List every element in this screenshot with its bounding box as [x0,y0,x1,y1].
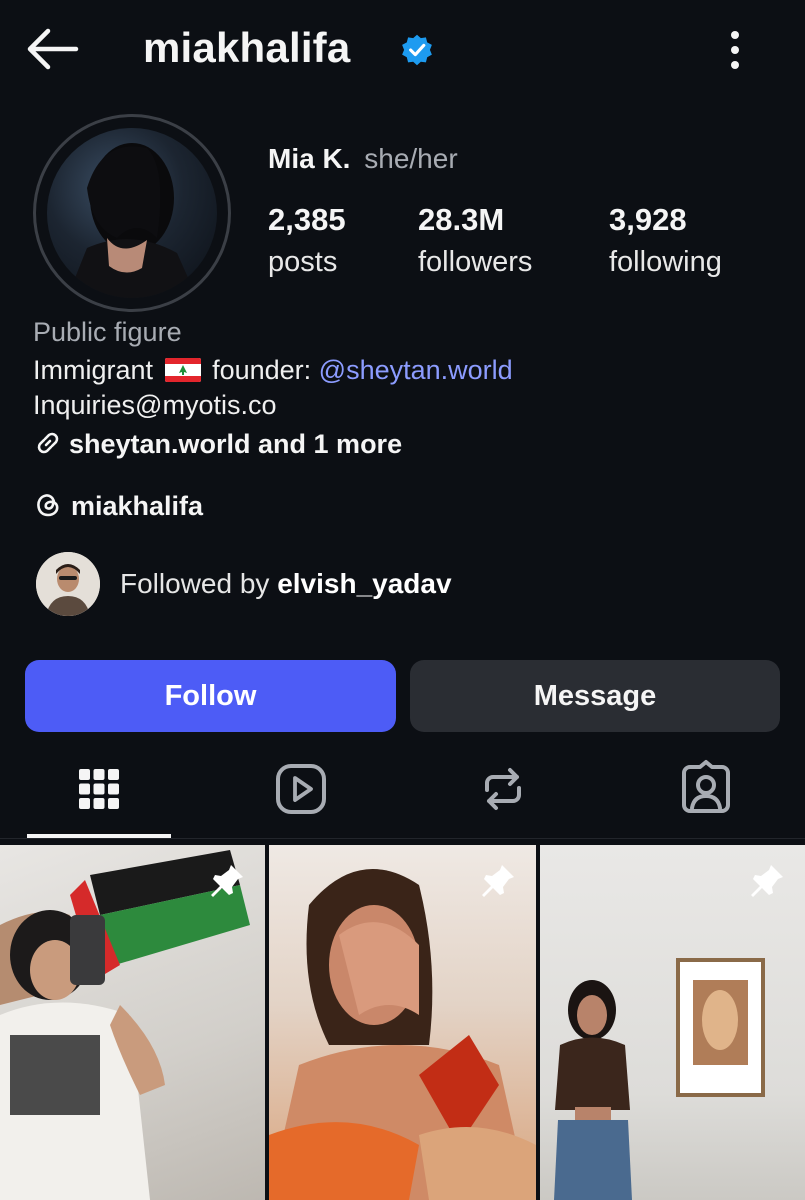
profile-header: miakhalifa [0,0,805,100]
bio-prefix: Immigrant [33,355,154,385]
post-thumbnail[interactable] [0,845,265,1200]
bio-middle: founder: [212,355,312,385]
followed-by-user: elvish_yadav [277,568,452,599]
post-thumbnail[interactable] [269,845,536,1200]
stat-followers-value: 28.3M [418,202,505,237]
stat-followers-label: followers [418,246,533,278]
bio-line-2: Inquiries@myotis.co [33,390,277,420]
stat-posts-value: 2,385 [268,202,346,237]
bio-mention-link[interactable]: @sheytan.world [319,355,513,385]
stat-followers[interactable]: 28.3M followers [418,200,532,284]
stat-following[interactable]: 3,928 following [609,200,722,284]
bio-links-label: sheytan.world and 1 more [69,429,403,459]
stat-following-label: following [609,246,722,278]
lebanon-flag-icon [164,358,201,382]
stat-posts[interactable]: 2,385 posts [268,200,346,284]
pin-icon [751,865,783,897]
avatar-image [67,143,197,298]
profile-category: Public figure [33,317,182,347]
reels-icon[interactable] [271,759,331,819]
followed-by-prefix: Followed by [120,568,270,599]
stat-posts-label: posts [268,246,338,278]
followed-by-text[interactable]: Followed by elvish_yadav [120,568,452,600]
followed-by-avatar-image [36,552,100,616]
profile-name: Mia K. [268,143,351,174]
profile-tabs [0,745,805,840]
threads-badge[interactable]: miakhalifa [33,490,203,522]
threads-handle: miakhalifa [71,491,204,521]
bio-line-1: Immigrant founder: @sheytan.world [33,355,513,386]
profile-pronouns: she/her [364,143,458,174]
pin-icon [211,865,243,897]
profile-name-row: Mia K. she/her [268,143,458,175]
bio-links[interactable]: sheytan.world and 1 more [33,428,402,460]
pin-icon [482,865,514,897]
follow-button[interactable]: Follow [25,660,396,732]
profile-username: miakhalifa [143,24,351,71]
grid-icon[interactable] [69,759,129,819]
reposts-icon[interactable] [473,759,533,819]
arrow-left-icon[interactable] [22,26,82,72]
tagged-icon[interactable] [676,759,736,819]
message-button[interactable]: Message [410,660,780,732]
threads-icon [37,494,59,517]
profile-avatar[interactable] [47,128,217,298]
post-thumbnail[interactable] [540,845,805,1200]
followed-by-avatar[interactable] [36,552,100,616]
link-icon [37,432,59,454]
stat-following-value: 3,928 [609,202,687,237]
more-vertical-icon[interactable] [720,28,750,72]
verified-badge-icon [402,34,432,66]
tabs-divider [0,838,805,839]
